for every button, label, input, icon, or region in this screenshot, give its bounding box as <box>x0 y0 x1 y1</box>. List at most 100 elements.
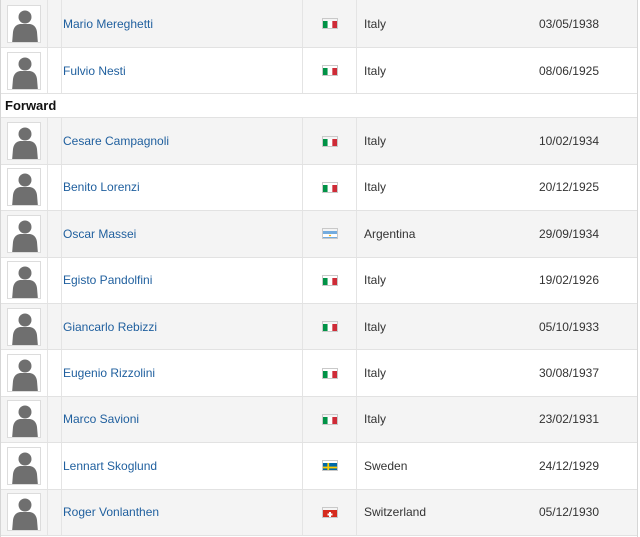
table-row: Fulvio Nesti Italy 08/06/1925 <box>1 48 637 95</box>
date-of-birth: 30/08/1937 <box>538 366 599 381</box>
player-avatar-icon[interactable] <box>7 51 41 90</box>
flag-cell <box>303 0 357 47</box>
player-name-link[interactable]: Lennart Skoglund <box>63 459 157 473</box>
date-of-birth: 20/12/1925 <box>538 180 599 195</box>
player-photo-cell <box>1 48 48 94</box>
date-of-birth: 19/02/1926 <box>538 273 599 288</box>
player-photo-cell <box>1 118 48 164</box>
spacer-cell <box>48 443 62 489</box>
player-avatar-icon[interactable] <box>7 168 41 207</box>
spacer-cell <box>48 350 62 396</box>
player-name-cell: Cesare Campagnoli <box>62 118 303 164</box>
player-name-cell: Marco Savioni <box>62 396 303 443</box>
italy-flag-icon <box>321 181 338 193</box>
player-photo-cell <box>1 396 48 443</box>
switzerland-flag-icon <box>321 506 338 518</box>
table-row: Roger Vonlanthen Switzerland 05/12/1930 <box>1 489 637 536</box>
player-name-cell: Oscar Massei <box>62 211 303 257</box>
spacer-cell <box>48 257 62 303</box>
table-row: Benito Lorenzi Italy 20/12/1925 <box>1 164 637 212</box>
player-name-link[interactable]: Oscar Massei <box>63 227 136 241</box>
date-of-birth: 24/12/1929 <box>538 458 599 473</box>
player-avatar-icon[interactable] <box>7 214 41 253</box>
table-row: Giancarlo Rebizzi Italy 05/10/1933 <box>1 303 637 351</box>
table-row: Egisto Pandolfini Italy 19/02/1926 <box>1 257 637 304</box>
nationality: Italy <box>364 412 387 427</box>
flag-cell <box>303 257 357 303</box>
flag-cell <box>303 48 357 94</box>
sweden-flag-icon <box>321 460 338 472</box>
spacer-cell <box>48 396 62 443</box>
player-photo-cell <box>1 443 48 489</box>
flag-cell <box>303 303 357 350</box>
player-name-cell: Mario Mereghetti <box>62 0 303 47</box>
player-photo-cell <box>1 350 48 396</box>
player-avatar-icon[interactable] <box>7 400 41 439</box>
italy-flag-icon <box>321 135 338 147</box>
player-avatar-icon[interactable] <box>7 354 41 393</box>
player-avatar-icon[interactable] <box>7 122 41 161</box>
player-name-cell: Giancarlo Rebizzi <box>62 303 303 350</box>
player-photo-cell <box>1 211 48 257</box>
player-name-cell: Benito Lorenzi <box>62 164 303 211</box>
argentina-flag-icon <box>321 228 338 240</box>
nationality: Italy <box>364 319 387 334</box>
player-photo-cell <box>1 164 48 211</box>
date-of-birth: 05/10/1933 <box>538 319 599 334</box>
flag-cell <box>303 211 357 257</box>
player-name-link[interactable]: Marco Savioni <box>63 412 139 426</box>
player-avatar-icon[interactable] <box>7 446 41 485</box>
italy-flag-icon <box>321 321 338 333</box>
player-avatar-icon[interactable] <box>7 493 41 532</box>
date-of-birth: 29/09/1934 <box>538 226 599 241</box>
date-of-birth: 05/12/1930 <box>538 505 599 520</box>
nationality: Italy <box>364 180 387 195</box>
nationality: Italy <box>364 273 387 288</box>
spacer-cell <box>48 489 62 535</box>
player-name-link[interactable]: Roger Vonlanthen <box>63 505 159 519</box>
table-row: Marco Savioni Italy 23/02/1931 <box>1 396 637 444</box>
flag-cell <box>303 164 357 211</box>
spacer-cell <box>48 0 62 47</box>
player-name-link[interactable]: Egisto Pandolfini <box>63 273 152 287</box>
player-photo-cell <box>1 257 48 303</box>
spacer-cell <box>48 48 62 94</box>
player-avatar-icon[interactable] <box>7 307 41 346</box>
player-name-cell: Roger Vonlanthen <box>62 489 303 535</box>
flag-cell <box>303 396 357 443</box>
table-row: Mario Mereghetti Italy 03/05/1938 <box>1 0 637 48</box>
player-name-cell: Eugenio Rizzolini <box>62 350 303 396</box>
player-name-link[interactable]: Mario Mereghetti <box>63 17 153 31</box>
player-avatar-icon[interactable] <box>7 4 41 43</box>
flag-cell <box>303 118 357 164</box>
italy-flag-icon <box>321 367 338 379</box>
date-of-birth: 08/06/1925 <box>538 63 599 78</box>
player-name-link[interactable]: Benito Lorenzi <box>63 180 140 194</box>
flag-cell <box>303 350 357 396</box>
player-name-cell: Lennart Skoglund <box>62 443 303 489</box>
nationality: Argentina <box>364 226 416 241</box>
date-of-birth: 03/05/1938 <box>538 16 599 31</box>
nationality: Sweden <box>364 458 408 473</box>
section-heading-forward: Forward <box>1 94 637 119</box>
player-photo-cell <box>1 303 48 350</box>
nationality: Italy <box>364 366 387 381</box>
nationality: Italy <box>364 16 387 31</box>
player-name-cell: Fulvio Nesti <box>62 48 303 94</box>
player-photo-cell <box>1 489 48 535</box>
player-name-link[interactable]: Cesare Campagnoli <box>63 134 169 148</box>
italy-flag-icon <box>321 413 338 425</box>
date-of-birth: 10/02/1934 <box>538 134 599 149</box>
spacer-cell <box>48 118 62 164</box>
italy-flag-icon <box>321 274 338 286</box>
nationality: Italy <box>364 134 387 149</box>
player-name-link[interactable]: Fulvio Nesti <box>63 64 126 78</box>
squad-roster: Mario Mereghetti Italy 03/05/1938 Fulvio… <box>0 0 638 537</box>
player-avatar-icon[interactable] <box>7 261 41 300</box>
table-row: Cesare Campagnoli Italy 10/02/1934 <box>1 118 637 165</box>
player-name-link[interactable]: Eugenio Rizzolini <box>63 366 155 380</box>
flag-cell <box>303 489 357 535</box>
player-name-link[interactable]: Giancarlo Rebizzi <box>63 320 157 334</box>
spacer-cell <box>48 164 62 211</box>
date-of-birth: 23/02/1931 <box>538 412 599 427</box>
